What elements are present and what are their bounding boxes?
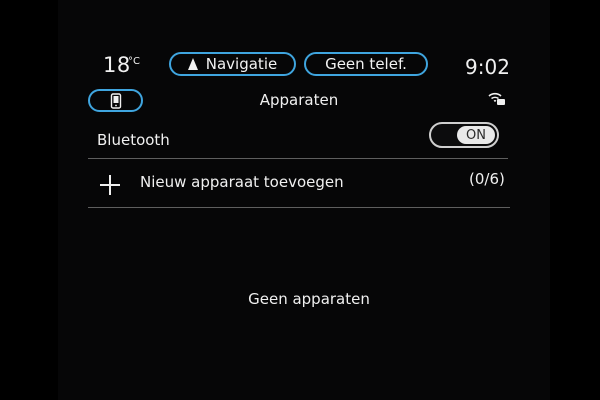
navigation-label: Navigatie (205, 55, 278, 73)
divider (88, 207, 510, 208)
phone-button[interactable]: Geen telef. (304, 52, 428, 76)
wireless-projection-icon (488, 92, 505, 105)
bluetooth-label: Bluetooth (97, 131, 170, 149)
outside-temperature: 18 (103, 53, 131, 77)
phone-label: Geen telef. (325, 55, 407, 73)
phone-device-icon (110, 92, 121, 109)
plus-icon (100, 175, 120, 195)
empty-state-message: Geen apparaten (248, 290, 370, 308)
page-title: Apparaten (259, 91, 339, 109)
add-device-label: Nieuw apparaat toevoegen (140, 173, 344, 191)
device-count: (0/6) (469, 170, 505, 188)
divider (88, 158, 508, 159)
infotainment-screen: 18 °C Navigatie Geen telef. 9:02 Apparat… (0, 0, 600, 400)
toggle-knob: ON (457, 126, 495, 144)
bluetooth-toggle[interactable]: ON (429, 122, 499, 148)
temperature-unit: °C (128, 56, 140, 67)
navigation-button[interactable]: Navigatie (169, 52, 296, 76)
toggle-state-label: ON (466, 127, 486, 143)
clock: 9:02 (465, 55, 510, 79)
add-device-row[interactable]: Nieuw apparaat toevoegen (0/6) (88, 160, 510, 206)
navigation-arrow-icon (187, 58, 198, 70)
device-button[interactable] (88, 89, 143, 112)
